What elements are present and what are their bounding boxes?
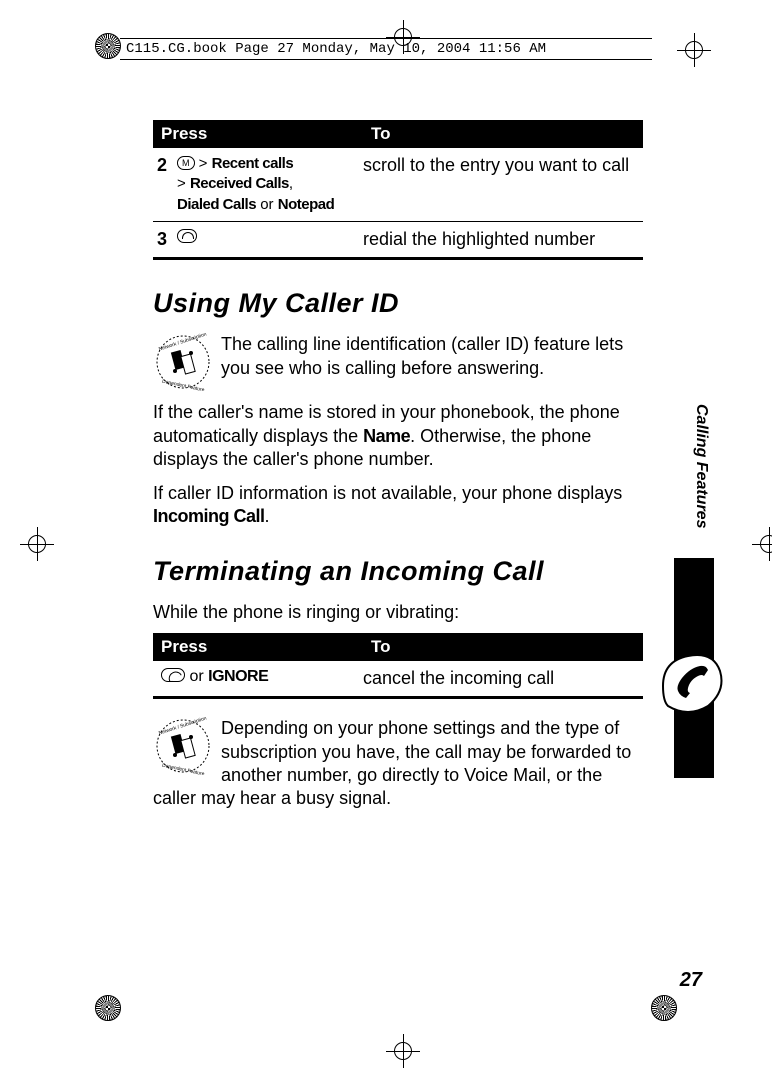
svg-text:Dependent Feature: Dependent Feature (162, 379, 206, 391)
step-number: 2 (153, 154, 177, 215)
table-end-rule (153, 696, 643, 699)
reg-mark-icon (651, 995, 677, 1021)
body-paragraph: If caller ID information is not availabl… (153, 482, 643, 529)
to-cell: redial the highlighted number (363, 228, 643, 251)
body-paragraph: Depending on your phone settings and the… (153, 717, 643, 811)
col-header-to: To (363, 120, 643, 148)
press-cell (177, 228, 363, 251)
table-end-rule (153, 257, 643, 260)
section-heading: Using My Caller ID (153, 286, 643, 321)
col-header-press: Press (153, 633, 363, 661)
to-cell: scroll to the entry you want to call (363, 154, 643, 215)
body-paragraph: If the caller's name is stored in your p… (153, 401, 643, 471)
col-header-to: To (363, 633, 643, 661)
page-header-meta: C115.CG.book Page 27 Monday, May 10, 200… (120, 38, 652, 60)
send-key-icon (177, 229, 197, 243)
step-number: 3 (153, 228, 177, 251)
table-row: 3 redial the highlighted number (153, 222, 643, 258)
svg-text:Dependent Feature: Dependent Feature (162, 763, 206, 775)
reg-mark-icon (95, 995, 121, 1021)
section-side-label: Calling Features (680, 376, 710, 556)
end-key-icon (161, 668, 185, 682)
body-paragraph: While the phone is ringing or vibrating: (153, 601, 643, 624)
section-heading: Terminating an Incoming Call (153, 554, 643, 589)
col-header-press: Press (153, 120, 363, 148)
table-header: Press To (153, 120, 643, 148)
body-paragraph: The calling line identification (caller … (153, 333, 643, 380)
menu-key-icon: M (177, 156, 195, 170)
network-feature-badge-icon: Network / Subscription Dependent Feature (153, 333, 213, 391)
to-cell: cancel the incoming call (363, 667, 643, 690)
reg-mark-icon (95, 33, 121, 59)
network-feature-badge-icon: Network / Subscription Dependent Feature (153, 717, 213, 775)
phone-section-icon (658, 646, 728, 716)
table-row: 2 M > Recent calls > Received Calls, Dia… (153, 148, 643, 222)
press-cell: or IGNORE (153, 667, 363, 690)
table-header: Press To (153, 633, 643, 661)
press-cell: M > Recent calls > Received Calls, Diale… (177, 154, 363, 215)
page-number: 27 (680, 969, 702, 992)
table-row: or IGNORE cancel the incoming call (153, 661, 643, 697)
